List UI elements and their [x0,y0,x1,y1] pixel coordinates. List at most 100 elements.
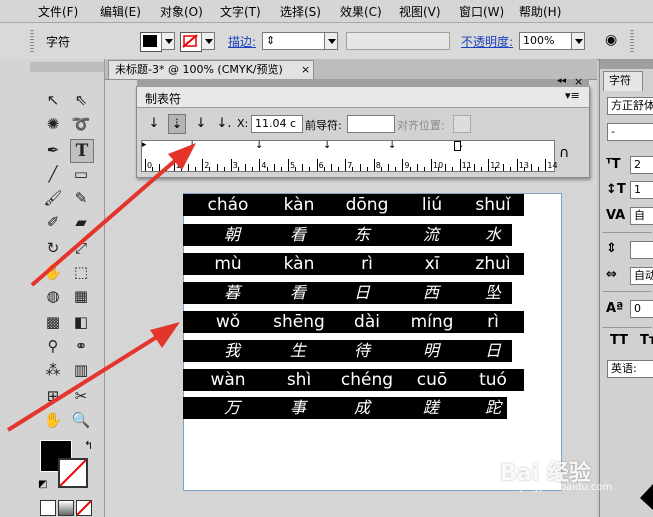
color-mode-icon[interactable] [40,500,56,516]
perspective-grid-tool-icon[interactable]: ▦ [70,285,92,307]
fill-dropdown[interactable] [161,32,175,50]
all-caps-button[interactable]: TT [610,333,628,348]
tab-stop-marker[interactable]: ↓ [188,141,196,151]
menu-edit[interactable]: 编辑(E) [100,3,141,20]
gradient-tool-icon[interactable]: ◧ [70,311,92,333]
stroke-swatch[interactable] [180,32,202,52]
menu-effect[interactable]: 效果(C) [340,3,382,20]
snap-to-unit-icon[interactable]: ∩ [559,145,569,161]
stroke-color-box[interactable] [58,458,88,488]
font-size-field[interactable]: 2 [630,156,653,174]
selected-tab-stop[interactable] [454,141,461,151]
tabs-panel-collapse-icon[interactable]: ◂◂ [557,76,566,86]
zoom-tool-icon[interactable]: 🔍 [70,409,92,431]
pinyin-row[interactable]: mù kàn rì xī zhuì [183,253,524,275]
menu-select[interactable]: 选择(S) [280,3,321,20]
menu-window[interactable]: 窗口(W) [459,3,504,20]
line-tool-icon[interactable]: ╱ [42,163,64,185]
small-caps-button[interactable]: Tт [640,333,653,348]
slice-tool-icon[interactable]: ✂ [70,385,92,407]
blob-brush-tool-icon[interactable]: ✐ [42,211,64,233]
free-transform-tool-icon[interactable]: ⬚ [70,261,92,283]
paintbrush-tool-icon[interactable]: 🖌 [42,187,64,209]
leading-field[interactable]: 1 [630,181,653,199]
vertical-scale-field[interactable] [630,241,653,259]
tab-stop-marker[interactable]: ↓ [255,141,263,151]
language-field[interactable]: 英语: [607,360,653,378]
control-bar-grip-right[interactable] [630,30,634,52]
menu-file[interactable]: 文件(F) [38,3,78,20]
auto-field[interactable]: 自动 [630,267,653,285]
hanzi-cell: 万 [223,398,240,417]
font-family-field[interactable]: 方正舒体 [607,97,653,115]
stroke-link[interactable]: 描边: [228,33,256,50]
leader-field[interactable] [347,115,395,133]
tabs-panel-titlebar[interactable]: 制表符 ▾≡ [137,87,589,108]
selection-tool-icon[interactable]: ↖ [42,89,64,111]
stroke-weight-dropdown[interactable] [324,32,338,50]
control-bar-grip[interactable] [30,30,34,52]
hanzi-row[interactable]: 我生待明日 [183,340,512,362]
ruler-number: 7 [347,161,353,170]
opacity-dropdown[interactable] [571,32,585,50]
eraser-tool-icon[interactable]: ▰ [70,211,92,233]
default-colors-icon[interactable]: ◩ [38,479,47,490]
eyedropper-tool-icon[interactable]: ⚲ [42,335,64,357]
baseline-field[interactable]: 0 [630,300,653,318]
symbol-sprayer-tool-icon[interactable]: ⁂ [42,359,64,381]
lasso-tool-icon[interactable]: ➰ [70,113,92,135]
artboard-tool-icon[interactable]: ⊞ [42,385,64,407]
pencil-tool-icon[interactable]: ✎ [70,187,92,209]
menu-type[interactable]: 文字(T) [220,3,261,20]
right-justified-tab-icon[interactable]: ↓ [192,114,210,134]
tab-stop-marker[interactable]: ↓ [323,141,331,151]
shape-builder-tool-icon[interactable]: ◍ [42,285,64,307]
recolor-icon[interactable]: ◉ [605,32,617,48]
magic-wand-tool-icon[interactable]: ✺ [42,113,64,135]
align-on-field[interactable] [453,115,471,133]
mesh-tool-icon[interactable]: ▩ [42,311,64,333]
kerning-field[interactable]: 自 [630,207,653,225]
hand-tool-icon[interactable]: ✋ [42,409,64,431]
character-panel-topstrip [600,59,653,69]
stroke-dropdown[interactable] [201,32,215,50]
brush-field[interactable] [346,32,450,50]
ruler-tick [502,164,504,171]
rectangle-tool-icon[interactable]: ▭ [70,163,92,185]
type-tool-icon[interactable]: T [70,139,94,163]
hanzi-row[interactable]: 暮看日西坠 [183,282,512,304]
center-justified-tab-icon[interactable]: ⇣ [168,114,186,134]
x-position-field[interactable]: 11.04 c [251,115,303,133]
rotate-tool-icon[interactable]: ↻ [42,237,64,259]
hanzi-row[interactable]: 朝看东流水 [183,224,512,246]
tabs-panel-menu-icon[interactable]: ▾≡ [565,89,580,102]
document-tab[interactable]: 未标题-3* @ 100% (CMYK/预览) × [108,60,314,79]
pinyin-row[interactable]: cháo kàn dōng liú shuǐ [183,194,524,216]
scale-tool-icon[interactable]: ⤢ [70,237,92,259]
opacity-link[interactable]: 不透明度: [461,33,513,50]
character-tab[interactable]: 字符 [603,71,643,91]
menu-object[interactable]: 对象(O) [160,3,203,20]
pinyin-row[interactable]: wǒ shēng dài míng rì [183,311,524,333]
gradient-mode-icon[interactable] [58,500,74,516]
left-justified-tab-icon[interactable]: ↓ [145,114,163,134]
ruler-tick [180,167,182,171]
menu-help[interactable]: 帮助(H) [519,3,561,20]
blend-tool-icon[interactable]: ⚭ [70,335,92,357]
font-style-field[interactable]: - [607,123,653,141]
fill-swatch[interactable] [140,32,162,52]
document-tab-close-icon[interactable]: × [301,61,310,78]
warp-tool-icon[interactable]: ✋ [42,261,64,283]
indent-marker[interactable]: ▸ [142,141,147,150]
direct-selection-tool-icon[interactable]: ⇖ [70,89,92,111]
decimal-justified-tab-icon[interactable]: ↓. [215,114,233,134]
pen-tool-icon[interactable]: ✒ [42,139,64,161]
swap-colors-icon[interactable]: ↰ [84,439,93,452]
column-graph-tool-icon[interactable]: ▥ [70,359,92,381]
menu-view[interactable]: 视图(V) [399,3,441,20]
tab-ruler[interactable]: 01234567891011121314↓↓↓↓↓▸ [141,140,558,172]
pinyin-row[interactable]: wàn shì chéng cuō tuó [183,369,524,391]
tab-stop-marker[interactable]: ↓ [388,141,396,151]
none-mode-icon[interactable] [76,500,92,516]
hanzi-row[interactable]: 万事成蹉跎 [183,397,507,419]
